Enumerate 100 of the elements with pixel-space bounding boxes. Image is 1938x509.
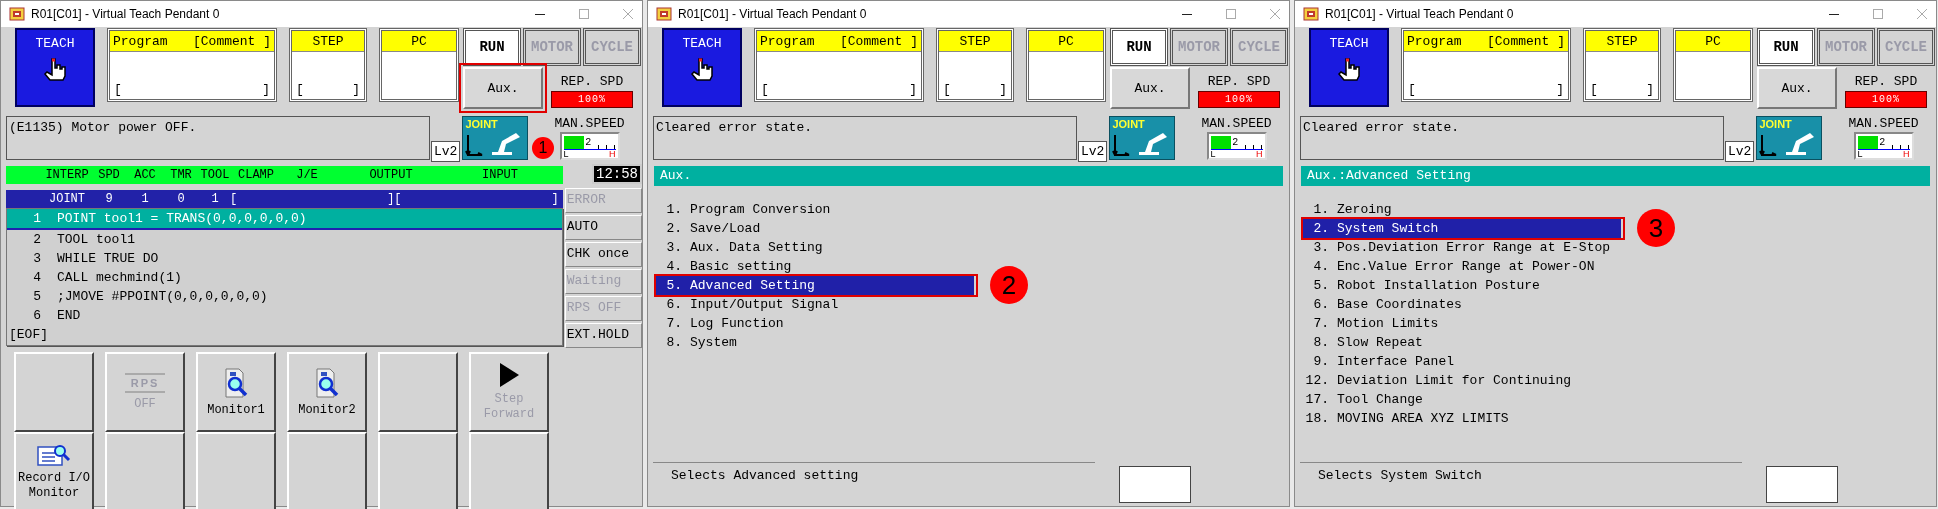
field-label: [Comment ] <box>840 33 918 49</box>
hand-icon <box>689 57 715 83</box>
gauge-value: 2 <box>584 137 592 148</box>
teach-mode-button[interactable]: TEACH <box>1309 28 1389 107</box>
input-field[interactable] <box>1766 466 1838 503</box>
column-header: J/E <box>295 168 319 182</box>
status-indicator: EXT.HOLD <box>564 323 642 348</box>
menu-item[interactable]: 5. Robot Installation Posture <box>1303 276 1621 295</box>
field-label: [Comment ] <box>193 33 271 49</box>
mode-button[interactable]: RUN <box>1757 28 1815 66</box>
speed-label: REP. SPD <box>1854 74 1918 89</box>
joint-mode-button[interactable]: JOINT <box>1109 116 1176 160</box>
app-icon <box>1303 6 1319 22</box>
user-level-indicator: Lv2 <box>431 141 461 162</box>
axes-icon <box>465 134 484 156</box>
status-indicator: AUTO <box>564 215 642 240</box>
function-key[interactable] <box>469 432 549 509</box>
code-line[interactable]: 5 ;JMOVE #PPOINT(0,0,0,0,0,0) <box>7 287 562 306</box>
record-monitor-icon <box>37 443 71 467</box>
field-label: Program <box>1407 33 1462 49</box>
status-indicator: ERROR <box>564 188 642 213</box>
menu-item[interactable]: 7. Motion Limits <box>1303 314 1621 333</box>
hint-text: Selects Advanced setting <box>653 462 1095 483</box>
column-header: TOOL <box>200 168 230 182</box>
user-level-indicator: Lv2 <box>1078 141 1108 162</box>
column-header: CLAMP <box>237 168 275 182</box>
function-key[interactable]: Monitor2 <box>287 352 367 432</box>
bracket: ] <box>999 82 1007 97</box>
bracket: ] <box>909 82 917 97</box>
menu-item[interactable]: 1. Program Conversion <box>656 200 974 219</box>
teach-mode-button[interactable]: TEACH <box>662 28 742 107</box>
menu-item[interactable]: 7. Log Function <box>656 314 974 333</box>
function-key[interactable] <box>14 352 94 432</box>
column-header: SPD <box>97 168 121 182</box>
menu-item[interactable]: 2. Save/Load <box>656 219 974 238</box>
status-value: 1 <box>210 192 220 206</box>
function-key[interactable] <box>105 432 185 509</box>
speed-gauge[interactable]: 2 L H <box>1206 132 1267 160</box>
bracket: ][ <box>387 192 402 206</box>
function-key[interactable]: Monitor1 <box>196 352 276 432</box>
bracket: ] <box>1556 82 1564 97</box>
app-icon <box>9 6 25 22</box>
window-title: R01[C01] - Virtual Teach Pendant 0 <box>31 7 220 21</box>
bracket: [ <box>761 82 769 97</box>
gauge-high-label: H <box>1903 150 1910 158</box>
robot-arm-icon <box>1138 132 1169 156</box>
menu-item[interactable]: 9. Interface Panel <box>1303 352 1621 371</box>
end-of-file-marker: [EOF] <box>8 326 49 344</box>
speed-label: MAN.SPEED <box>1201 116 1272 131</box>
code-line[interactable]: 4 CALL mechmind(1) <box>7 268 562 287</box>
menu-item[interactable]: 4. Enc.Value Error Range at Power-ON <box>1303 257 1621 276</box>
speed-label: MAN.SPEED <box>554 116 625 131</box>
gauge-low-label: L <box>563 150 569 158</box>
mode-button[interactable]: RUN <box>1110 28 1168 66</box>
joint-mode-button[interactable]: JOINT <box>1756 116 1823 160</box>
menu-item[interactable]: 12. Deviation Limit for Continuing <box>1303 371 1621 390</box>
menu-item[interactable]: 8. System <box>656 333 974 352</box>
menu-item[interactable]: 3. Aux. Data Setting <box>656 238 974 257</box>
aux-button[interactable]: Aux. <box>1757 67 1837 109</box>
menu-item[interactable]: 18. MOVING AREA XYZ LIMITS <box>1303 409 1621 428</box>
status-indicator: Waiting <box>564 269 642 294</box>
aux-button[interactable]: Aux. <box>1110 67 1190 109</box>
bracket: ] <box>352 82 360 97</box>
bracket: [ <box>943 82 951 97</box>
field-label: STEP <box>312 33 344 49</box>
speed-gauge[interactable]: 2 L H <box>1853 132 1914 160</box>
code-line[interactable]: 2 TOOL tool1 <box>7 230 562 249</box>
bracket: [ <box>1590 82 1598 97</box>
bracket: [ <box>230 192 238 206</box>
speed-gauge[interactable]: 2 L H <box>559 132 620 160</box>
gauge-high-label: H <box>609 150 616 158</box>
teach-mode-button[interactable]: TEACH <box>15 28 95 107</box>
code-line[interactable]: 3 WHILE TRUE DO <box>7 249 562 268</box>
field-label: PC <box>1705 33 1721 49</box>
menu-item[interactable]: 6. Base Coordinates <box>1303 295 1621 314</box>
function-key[interactable] <box>287 432 367 509</box>
mode-button[interactable]: RUN <box>463 28 521 66</box>
function-key[interactable] <box>378 432 458 509</box>
function-key[interactable] <box>378 352 458 432</box>
callout-badge: 3 <box>1637 209 1675 247</box>
gauge-value: 2 <box>1231 137 1239 148</box>
rps-label: RPS <box>124 372 166 393</box>
field-label: PC <box>411 33 427 49</box>
menu-item[interactable]: 17. Tool Change <box>1303 390 1621 409</box>
status-value: 0 <box>176 192 186 206</box>
function-key[interactable] <box>196 432 276 509</box>
robot-arm-icon <box>1785 132 1816 156</box>
hint-text: Selects System Switch <box>1300 462 1742 483</box>
hand-icon <box>1336 57 1362 83</box>
field-label: [Comment ] <box>1487 33 1565 49</box>
menu-item[interactable]: 8. Slow Repeat <box>1303 333 1621 352</box>
input-field[interactable] <box>1119 466 1191 503</box>
status-indicator: RPS OFF <box>564 296 642 321</box>
window-title: R01[C01] - Virtual Teach Pendant 0 <box>678 7 867 21</box>
code-line[interactable]: 6 END <box>7 306 562 325</box>
function-key[interactable]: Record I/O Monitor <box>14 432 94 509</box>
speed-label: MAN.SPEED <box>1848 116 1919 131</box>
field-label: PC <box>1058 33 1074 49</box>
aux-button[interactable]: Aux. <box>463 67 543 109</box>
joint-mode-button[interactable]: JOINT <box>462 116 529 160</box>
